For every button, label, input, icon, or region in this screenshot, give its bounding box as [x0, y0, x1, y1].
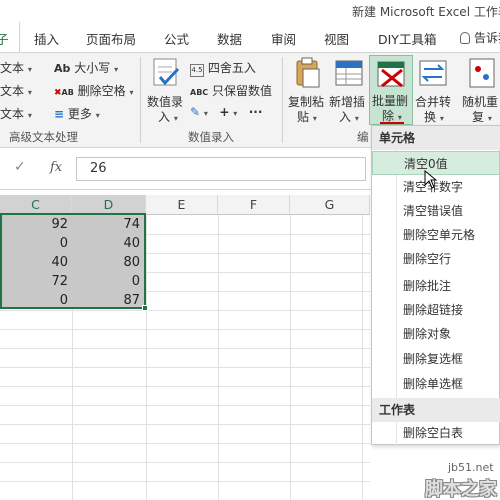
tab-review[interactable]: 审阅 [271, 29, 296, 48]
group-separator-1 [140, 57, 141, 143]
cell-c5[interactable]: 0 [0, 291, 72, 311]
merge-convert-icon [419, 60, 447, 86]
round-button[interactable]: 4.5 四舍五入 [190, 59, 256, 77]
text-dropdown-1[interactable]: 文本 ▾ [0, 59, 32, 76]
gridline [0, 424, 370, 425]
cell-d3[interactable]: 80 [72, 253, 144, 273]
cell-c1[interactable]: 92 [0, 215, 72, 235]
new-insert-button-line2[interactable]: 入 ▾ [339, 108, 359, 125]
more-button[interactable]: ≡ 更多 ▾ [54, 105, 100, 122]
gridline [0, 329, 370, 330]
cell-c2[interactable]: 0 [0, 234, 72, 254]
delete-x-icon: ✖ [54, 88, 62, 98]
menu-section-sheet: 工作表 [372, 398, 500, 422]
column-header-c[interactable]: C [0, 195, 72, 215]
round-icon: 4.5 [190, 64, 204, 77]
menu-item-delete-empty-cells[interactable]: 删除空单元格 [372, 223, 500, 247]
gridline [0, 443, 370, 444]
tab-view[interactable]: 视图 [324, 29, 349, 48]
window-title: 新建 Microsoft Excel 工作表 [352, 5, 500, 19]
group-separator-2 [282, 57, 283, 143]
batch-delete-icon [377, 61, 405, 88]
more-dots-icon: ··· [248, 105, 263, 119]
lightbulb-icon [460, 32, 470, 44]
group-label-text: 高级文本处理 [9, 130, 78, 144]
menu-item-delete-objects[interactable]: 删除对象 [372, 322, 500, 346]
tell-me-label: 告诉我 [474, 31, 500, 45]
watermark-url: jb51.net [448, 461, 494, 474]
keep-value-icon: ABC [190, 88, 209, 97]
case-icon: Ab [54, 62, 71, 75]
batch-delete-underline [380, 122, 404, 124]
column-header-g[interactable]: G [290, 195, 370, 215]
text-dropdown-2[interactable]: 文本 ▾ [0, 82, 32, 99]
mouse-cursor-icon [424, 170, 438, 189]
random-repeat-icon [469, 58, 495, 88]
gridline [0, 462, 370, 463]
cell-d5[interactable]: 87 [72, 291, 144, 311]
cell-d1[interactable]: 74 [72, 215, 144, 235]
tab-data[interactable]: 数据 [217, 29, 242, 48]
case-button[interactable]: Ab 大小写 ▾ [54, 59, 118, 76]
formula-value: 26 [90, 161, 107, 176]
merge-convert-button-line2[interactable]: 换 ▾ [424, 108, 444, 125]
plus-icon: + [219, 105, 230, 119]
tell-me-search[interactable]: 告诉我 [460, 29, 500, 46]
delete-space-button[interactable]: ✖AB 删除空格 ▾ [54, 82, 134, 99]
edit-icon: ✎ [190, 105, 201, 119]
column-header-e[interactable]: E [146, 195, 218, 215]
cell-d4[interactable]: 0 [72, 272, 144, 292]
group-label-edit: 编 [357, 130, 369, 144]
copy-paste-icon [296, 57, 320, 88]
tab-home[interactable]: 子 [0, 22, 20, 52]
cell-c3[interactable]: 40 [0, 253, 72, 273]
menu-item-delete-checkboxes[interactable]: 删除复选框 [372, 347, 500, 371]
gridline [0, 481, 370, 482]
tab-diy-toolbox[interactable]: DIY工具箱 [378, 29, 436, 48]
tab-home-label: 子 [0, 32, 9, 47]
menu-section-cells: 单元格 [372, 126, 500, 150]
gridline [0, 348, 370, 349]
copy-paste-button-line2[interactable]: 贴 ▾ [297, 108, 317, 125]
menu-item-delete-blank-sheets[interactable]: 删除空白表 [372, 421, 500, 445]
menu-item-delete-radios[interactable]: 删除单选框 [372, 372, 500, 396]
menu-item-delete-hyperlinks[interactable]: 删除超链接 [372, 298, 500, 322]
delete-space-icon: AB [61, 88, 74, 97]
gridline [146, 215, 147, 500]
batch-delete-button[interactable]: 批量删 除 ▾ [369, 55, 413, 125]
menu-item-clear-error[interactable]: 清空错误值 [372, 199, 500, 223]
fx-icon[interactable]: fx [50, 160, 62, 175]
cell-d2[interactable]: 40 [72, 234, 144, 254]
menu-item-delete-comments[interactable]: 删除批注 [372, 274, 500, 298]
gridline [290, 215, 291, 500]
value-entry-button-line2[interactable]: 入 ▾ [158, 108, 178, 125]
more-icon: ≡ [54, 107, 65, 121]
ribbon-tabs: 子 插入 页面布局 公式 数据 审阅 视图 DIY工具箱 告诉我 [0, 22, 500, 52]
gridline [0, 405, 370, 406]
random-repeat-button-line2[interactable]: 复 ▾ [472, 108, 492, 125]
gridline [0, 367, 370, 368]
new-insert-icon [335, 60, 363, 86]
gridline [218, 215, 219, 500]
gridline [362, 215, 363, 500]
tab-formulas[interactable]: 公式 [164, 29, 189, 48]
tab-insert[interactable]: 插入 [34, 29, 59, 48]
entry-extra-buttons[interactable]: ✎ ▾ + ▾ ··· [190, 105, 262, 119]
formula-input[interactable] [76, 157, 366, 181]
menu-item-delete-empty-rows[interactable]: 删除空行 [372, 247, 500, 271]
value-entry-icon [153, 58, 180, 86]
watermark-brand: 脚本之家 [425, 479, 497, 500]
column-header-d[interactable]: D [72, 195, 146, 215]
text-dropdown-3[interactable]: 文本 ▾ [0, 105, 32, 122]
check-icon[interactable]: ✓ [14, 159, 26, 175]
group-label-entry: 数值录入 [188, 130, 234, 144]
title-bar: 新建 Microsoft Excel 工作表 [0, 0, 500, 22]
column-header-f[interactable]: F [218, 195, 290, 215]
tab-page-layout[interactable]: 页面布局 [86, 29, 136, 48]
cell-c4[interactable]: 72 [0, 272, 72, 292]
gridline [0, 386, 370, 387]
keep-value-button[interactable]: ABC 只保留数值 [190, 82, 272, 99]
